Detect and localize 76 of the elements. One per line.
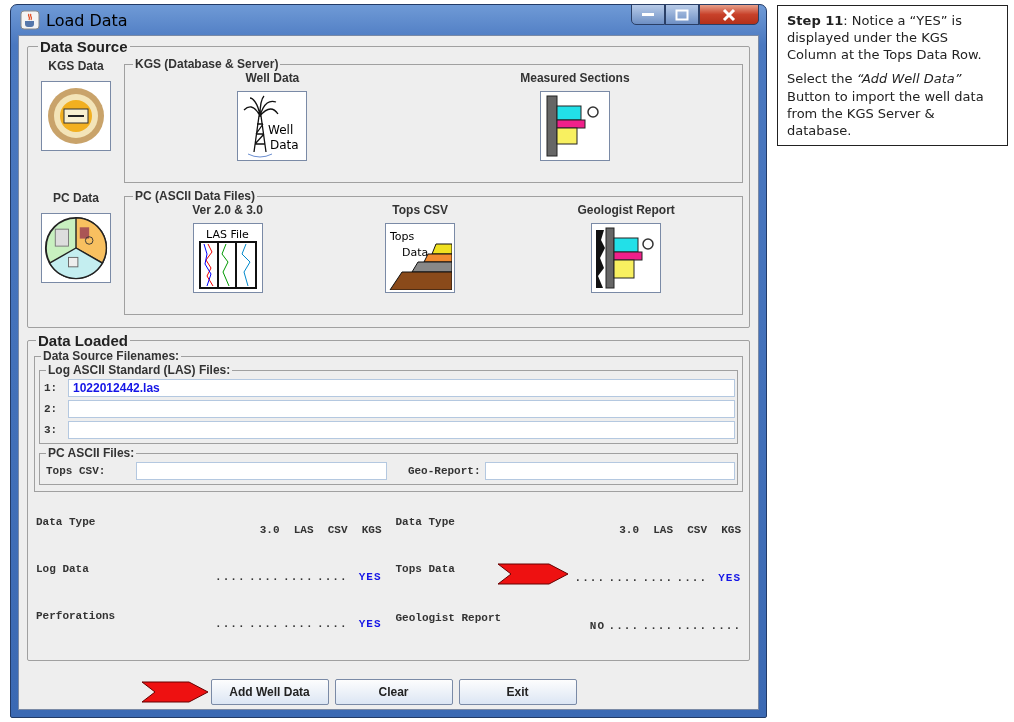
field-label: 2:: [44, 402, 59, 415]
column-header: LAS: [653, 524, 673, 536]
status-value: ....: [641, 620, 673, 632]
data-type-label: Ver 2.0 & 3.0: [192, 203, 263, 217]
field-label: Geo-Report:: [406, 464, 481, 477]
action-button[interactable]: Exit: [458, 679, 577, 705]
status-value: ....: [248, 618, 280, 630]
status-value: NO: [588, 620, 605, 632]
group-title: Log ASCII Standard (LAS) Files:: [47, 363, 232, 377]
column-header: KGS: [361, 524, 382, 536]
status-value: ....: [214, 618, 246, 630]
data-type-label: Well Data: [245, 71, 300, 85]
minimize-button[interactable]: [631, 4, 665, 25]
row-label: Log Data: [36, 563, 90, 575]
minimize-icon: [642, 13, 654, 16]
source-label: KGS Data: [48, 59, 104, 73]
file-field[interactable]: 1022012442.las: [68, 378, 735, 397]
status-value: YES: [357, 571, 382, 583]
window-title: Load Data: [46, 10, 128, 30]
row-label: Perforations: [36, 610, 117, 622]
section-title: Data Source: [39, 38, 129, 55]
status-value: ....: [607, 572, 639, 584]
seal-icon: [47, 87, 105, 145]
pie-icon: [44, 214, 108, 282]
file-field[interactable]: [484, 461, 735, 480]
status-value: ....: [214, 571, 246, 583]
instruction-text: Select the “Add Well Data” Button to import the well data from the KGS Server & database.: [787, 70, 985, 140]
file-field[interactable]: [68, 420, 735, 439]
maximize-button[interactable]: [665, 4, 699, 25]
status-value: ....: [675, 620, 707, 632]
status-value: ....: [316, 618, 348, 630]
status-value: ....: [607, 620, 639, 632]
column-header: 3.0: [259, 524, 280, 536]
status-value: ....: [573, 572, 605, 584]
cup-icon: [20, 10, 40, 30]
action-button[interactable]: Add Well Data: [210, 679, 329, 705]
status-value: ....: [282, 571, 314, 583]
field-label: Tops CSV:: [45, 464, 107, 477]
group-title: KGS (Database & Server): [134, 57, 280, 71]
status-value: ....: [316, 571, 348, 583]
instruction-text: Step 11: Notice a “YES” is displayed under the KGS Column at the Tops Data Row.: [787, 12, 983, 64]
status-value: ....: [248, 571, 280, 583]
status-value: ....: [675, 572, 707, 584]
column-header: CSV: [327, 524, 348, 536]
source-button[interactable]: [41, 213, 111, 283]
column-header: 3.0: [619, 524, 639, 536]
data-type-label: Geologist Report: [577, 203, 675, 217]
column-header: Data Type: [395, 516, 456, 528]
column-header: CSV: [687, 524, 707, 536]
source-label: PC Data: [53, 191, 99, 205]
maximize-icon: [675, 8, 689, 21]
field-label: 1:: [44, 381, 59, 394]
file-field[interactable]: [136, 461, 387, 480]
file-field[interactable]: [68, 399, 735, 418]
column-header: Data Type: [36, 516, 97, 528]
row-label: Tops Data: [395, 563, 456, 575]
data-type-label: Measured Sections: [520, 71, 630, 85]
status-value: YES: [357, 618, 382, 630]
column-header: KGS: [721, 524, 741, 536]
status-value: ....: [641, 572, 673, 584]
action-button[interactable]: Clear: [334, 679, 453, 705]
status-value: ....: [709, 620, 741, 632]
close-button[interactable]: [699, 4, 759, 25]
row-label: Geologist Report: [395, 612, 503, 624]
status-value: YES: [717, 572, 741, 584]
column-header: LAS: [293, 524, 314, 536]
data-type-label: Tops CSV: [392, 203, 449, 217]
section-title: Data Loaded: [37, 332, 129, 349]
group-title: PC ASCII Files:: [47, 446, 136, 460]
group-title: PC (ASCII Data Files): [134, 189, 257, 203]
group-title: Data Source Filenames:: [42, 349, 181, 363]
data-source-button[interactable]: [539, 91, 610, 161]
field-label: 3:: [44, 423, 59, 436]
data-source-button[interactable]: [591, 223, 662, 293]
status-value: ....: [282, 618, 314, 630]
close-icon: [721, 7, 737, 22]
